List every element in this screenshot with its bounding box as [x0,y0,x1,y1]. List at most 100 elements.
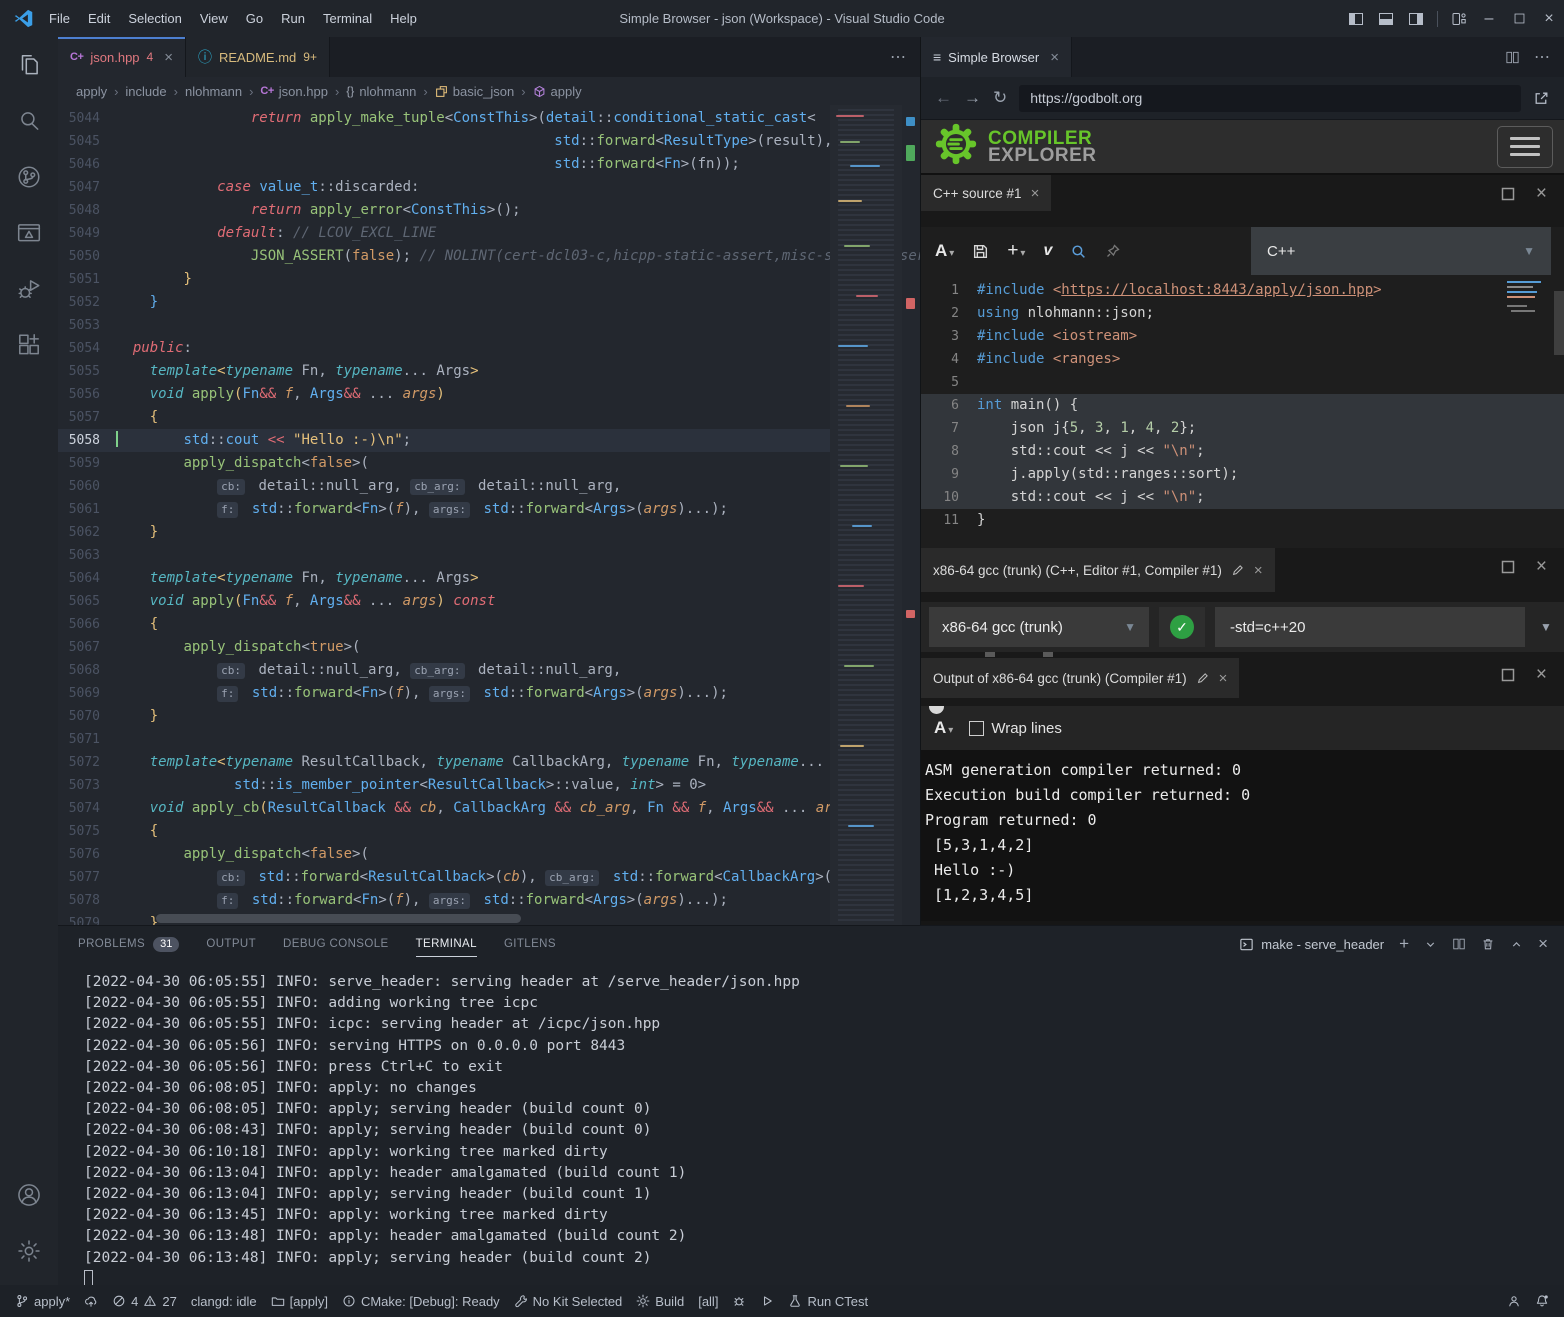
font-size-button[interactable]: A▾ [935,241,954,261]
kill-terminal-icon[interactable] [1481,937,1495,951]
language-select[interactable]: C++ ▼ [1251,227,1551,275]
more-actions-icon[interactable]: ⋯ [1534,47,1550,67]
panel-tab-gitlens[interactable]: GITLENS [504,932,556,956]
statusbar-ctest[interactable]: Run CTest [781,1285,875,1317]
ce-source-tab[interactable]: C++ source #1 × [921,175,1051,211]
breadcrumb-item-nlohmann[interactable]: nlohmann [185,84,242,99]
maximize-pane-icon[interactable] [1500,559,1516,575]
activitybar-search[interactable] [0,93,58,149]
menu-go[interactable]: Go [237,6,272,31]
statusbar-problems[interactable]: 427 [105,1285,184,1317]
compiler-options-input[interactable]: -std=c++20 [1215,607,1525,647]
activitybar-settings-gear[interactable] [0,1223,58,1279]
statusbar-clangd-status[interactable]: clangd: idle [184,1285,264,1317]
activitybar-cmake-panel[interactable] [0,205,58,261]
ce-source-editor[interactable]: 1#include <https://localhost:8443/apply/… [921,275,1564,548]
open-external-icon[interactable] [1533,90,1550,107]
split-terminal-icon[interactable] [1452,937,1466,951]
zoom-icon[interactable] [1070,243,1087,260]
options-dropdown-icon[interactable]: ▼ [1535,620,1557,634]
activitybar-account[interactable] [0,1167,58,1223]
rename-pane-icon[interactable] [1196,671,1210,685]
statusbar-launch[interactable] [753,1285,781,1317]
panel-tab-debug-console[interactable]: DEBUG CONSOLE [283,932,389,956]
close-pane-icon[interactable]: × [1536,183,1547,205]
vim-mode-icon[interactable]: v [1043,242,1052,260]
add-pane-button[interactable]: +▾ [1007,240,1025,262]
include-link[interactable]: https://localhost:8443/apply/json.hpp [1061,282,1373,298]
toggle-sidebar-icon[interactable] [1341,0,1371,37]
statusbar-git-branch[interactable]: apply* [8,1285,77,1317]
panel-tab-problems[interactable]: PROBLEMS31 [78,931,179,958]
forward-button[interactable]: → [964,88,981,108]
close-pane-icon[interactable]: × [1254,562,1263,579]
back-button[interactable]: ← [935,88,952,108]
terminal-instance[interactable]: make - serve_header [1239,937,1384,952]
wrap-lines-checkbox[interactable]: Wrap lines [969,720,1062,737]
new-terminal-icon[interactable]: + [1399,934,1409,954]
statusbar-build-target[interactable]: [all] [691,1285,725,1317]
statusbar-publish[interactable] [77,1285,105,1317]
activitybar-explorer[interactable] [0,37,58,93]
save-icon[interactable] [972,243,989,260]
menu-run[interactable]: Run [272,6,314,31]
minimap[interactable] [830,105,902,925]
breadcrumb-item-apply[interactable]: apply [76,84,107,99]
statusbar-kit-selection[interactable]: No Kit Selected [507,1285,630,1317]
menu-selection[interactable]: Selection [119,6,190,31]
activitybar-extensions[interactable] [0,317,58,373]
activitybar-source-control[interactable] [0,149,58,205]
breadcrumb-item-apply[interactable]: apply [533,84,582,99]
statusbar-cmake-status[interactable]: CMake: [Debug]: Ready [335,1285,507,1317]
menu-terminal[interactable]: Terminal [314,6,381,31]
close-pane-icon[interactable]: × [1031,185,1040,202]
maximize-panel-icon[interactable] [1510,938,1523,951]
close-pane-icon[interactable]: × [1536,556,1547,578]
breadcrumb-item-basic_json[interactable]: basic_json [435,84,514,99]
hamburger-menu-icon[interactable] [1497,126,1553,168]
menu-help[interactable]: Help [381,6,426,31]
ce-output-tab[interactable]: Output of x86-64 gcc (trunk) (Compiler #… [921,658,1239,698]
menu-view[interactable]: View [191,6,237,31]
tab-readme-md[interactable]: ⓘREADME.md9+ [186,37,330,77]
statusbar-build[interactable]: Build [629,1285,691,1317]
breadcrumb-item-include[interactable]: include [125,84,166,99]
menu-file[interactable]: File [40,6,79,31]
reload-button[interactable]: ↻ [993,88,1007,108]
pin-icon[interactable] [1105,243,1121,259]
statusbar-notifications[interactable] [1528,1285,1556,1317]
compiler-select[interactable]: x86-64 gcc (trunk) ▼ [929,607,1149,647]
tab-simple-browser[interactable]: ≡ Simple Browser × [921,37,1072,77]
more-actions-icon[interactable]: ⋯ [890,47,906,67]
ce-compiler-tab[interactable]: x86-64 gcc (trunk) (C++, Editor #1, Comp… [921,548,1275,592]
minimize-button[interactable]: – [1474,0,1504,37]
terminal-output[interactable]: [2022-04-30 06:05:55] INFO: serve_header… [58,962,1564,1290]
close-panel-icon[interactable]: × [1538,934,1548,954]
maximize-button[interactable] [1504,0,1534,37]
panel-tab-terminal[interactable]: TERMINAL [416,932,477,957]
statusbar-feedback[interactable] [1500,1285,1528,1317]
close-pane-icon[interactable]: × [1219,670,1228,687]
maximize-pane-icon[interactable] [1500,667,1516,683]
url-input[interactable]: https://godbolt.org [1019,85,1521,112]
rename-pane-icon[interactable] [1231,563,1245,577]
close-tab-icon[interactable]: × [164,49,173,66]
toggle-panel-icon[interactable] [1371,0,1401,37]
statusbar-debug[interactable] [725,1285,753,1317]
breadcrumb-item-nlohmann[interactable]: {}nlohmann [346,84,416,99]
customize-layout-icon[interactable] [1444,0,1474,37]
maximize-pane-icon[interactable] [1500,186,1516,202]
scrollbar-slider[interactable] [156,914,521,923]
toggle-secondary-sidebar-icon[interactable] [1401,0,1431,37]
close-window-button[interactable]: × [1534,0,1564,37]
horizontal-scrollbar[interactable] [116,912,830,925]
statusbar-cmake-project[interactable]: [apply] [264,1285,335,1317]
close-tab-icon[interactable]: × [1050,49,1059,66]
font-size-button[interactable]: A▾ [934,718,953,738]
vertical-scrollbar[interactable] [902,105,920,925]
tab-json-hpp[interactable]: C+json.hpp4× [58,37,186,77]
ce-scrollbar[interactable] [1554,291,1564,355]
breadcrumb-item-json.hpp[interactable]: C+json.hpp [260,84,328,99]
menu-edit[interactable]: Edit [79,6,119,31]
terminal-dropdown-icon[interactable] [1424,938,1437,951]
